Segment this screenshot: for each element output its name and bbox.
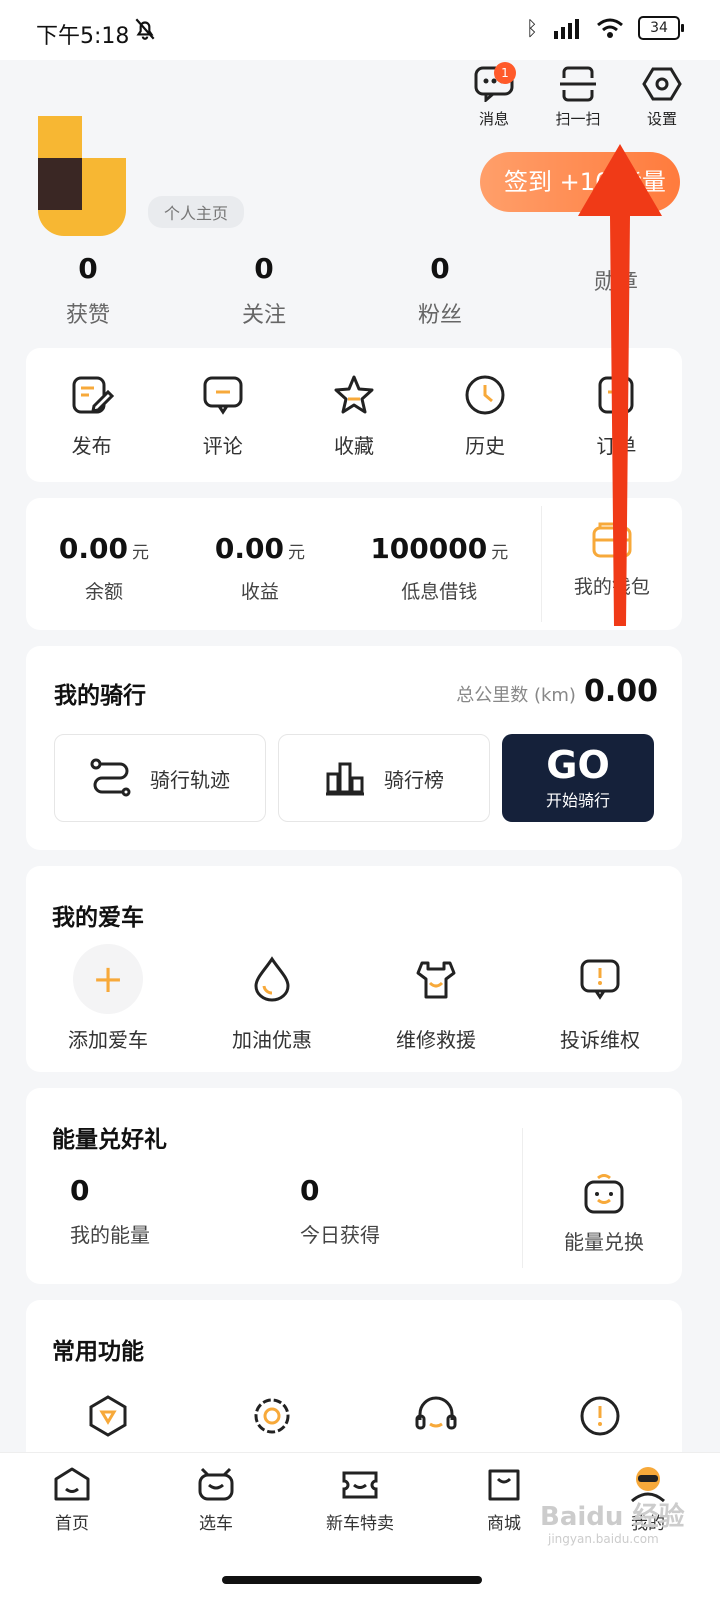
settings-button[interactable]: 设置	[634, 66, 690, 129]
fuel-discount-button[interactable]: 加油优惠	[202, 944, 342, 1053]
stat-following[interactable]: 0 关注	[176, 252, 352, 329]
energy-title: 能量兑好礼	[52, 1127, 167, 1153]
robot-face-icon	[584, 1174, 624, 1214]
publish-button[interactable]: 发布	[42, 374, 142, 459]
plus-icon: +	[73, 944, 143, 1014]
loan-item[interactable]: 100000 元低息借钱	[338, 498, 541, 630]
message-badge: 1	[494, 62, 516, 84]
gear-icon	[642, 67, 682, 101]
start-riding-button[interactable]: GO 开始骑行	[502, 734, 654, 822]
ticket-icon	[342, 1471, 378, 1499]
ride-ranking-button[interactable]: 骑行榜	[278, 734, 490, 822]
profile-home-tag[interactable]: 个人主页	[148, 196, 245, 228]
watermark-url: jingyan.baidu.com	[548, 1532, 659, 1546]
watermark-logo: Baidu 经验	[540, 1502, 685, 1532]
earnings-item[interactable]: 0.00 元收益	[182, 498, 338, 630]
add-car-button[interactable]: + 添加爱车	[38, 944, 178, 1053]
status-bar: 下午5:18 ᛒ 34	[0, 0, 720, 60]
scan-button[interactable]: 扫一扫	[550, 66, 606, 129]
podium-icon	[326, 762, 364, 796]
home-indicator	[222, 1576, 482, 1584]
energy-exchange-button[interactable]: 能量兑换	[526, 1172, 682, 1255]
messages-button[interactable]: 1 消息	[466, 62, 522, 129]
signal-icon	[554, 19, 579, 39]
route-icon	[90, 758, 131, 797]
my-car-card: 我的爱车 + 添加爱车 加油优惠 维修救援 投诉维权	[26, 866, 682, 1072]
car-select-icon	[198, 1467, 234, 1501]
total-distance: 总公里数 (km) 0.00	[456, 674, 658, 709]
edit-icon	[72, 376, 114, 414]
comment-icon	[203, 376, 243, 415]
complaint-button[interactable]: 投诉维权	[530, 944, 670, 1053]
balance-item[interactable]: 0.00 元余额	[26, 498, 182, 630]
bell-muted-icon	[135, 18, 155, 40]
repair-rescue-button[interactable]: 维修救援	[366, 944, 506, 1053]
tab-new-car-sale[interactable]: 新车特卖	[300, 1465, 420, 1534]
avatar[interactable]	[38, 116, 126, 236]
status-icons: ᛒ 34	[526, 16, 684, 40]
ride-track-button[interactable]: 骑行轨迹	[54, 734, 266, 822]
status-time: 下午5:18	[36, 24, 130, 49]
favorites-button[interactable]: 收藏	[304, 374, 404, 459]
stat-likes[interactable]: 0 获赞	[0, 252, 176, 329]
tab-select-car[interactable]: 选车	[156, 1465, 276, 1534]
annotation-arrow	[578, 144, 662, 626]
comment-button[interactable]: 评论	[173, 374, 273, 459]
scan-label: 扫一扫	[555, 110, 601, 128]
service-icon[interactable]	[250, 1394, 294, 1442]
clock-icon	[465, 375, 505, 415]
star-icon	[334, 375, 374, 414]
tab-home[interactable]: 首页	[12, 1465, 132, 1534]
today-energy-item[interactable]: 0 今日获得	[256, 1174, 486, 1248]
customer-service-icon[interactable]	[414, 1394, 458, 1442]
battery-indicator: 34	[638, 16, 684, 40]
messages-label: 消息	[478, 110, 509, 128]
energy-card: 能量兑好礼 0 我的能量 0 今日获得 能量兑换	[26, 1088, 682, 1284]
wifi-icon	[597, 18, 623, 38]
riding-card: 我的骑行 总公里数 (km) 0.00 骑行轨迹 骑行榜 GO 开始骑行	[26, 646, 682, 850]
common-title: 常用功能	[52, 1339, 144, 1365]
history-button[interactable]: 历史	[435, 374, 535, 459]
bluetooth-icon: ᛒ	[526, 16, 538, 40]
feedback-icon[interactable]	[578, 1394, 622, 1442]
top-actions: 1 消息 扫一扫 设置	[466, 62, 690, 129]
riding-title: 我的骑行	[54, 683, 146, 709]
shopping-bag-icon	[488, 1469, 520, 1501]
alert-icon	[580, 959, 620, 1000]
stat-fans[interactable]: 0 粉丝	[352, 252, 528, 329]
my-energy-item[interactable]: 0 我的能量	[26, 1174, 256, 1248]
certification-icon[interactable]	[86, 1394, 130, 1442]
my-car-title: 我的爱车	[52, 905, 144, 931]
scan-icon	[560, 66, 596, 102]
wrench-icon	[416, 961, 456, 999]
settings-label: 设置	[646, 110, 677, 128]
drop-icon	[254, 956, 290, 1002]
home-icon	[54, 1467, 90, 1501]
